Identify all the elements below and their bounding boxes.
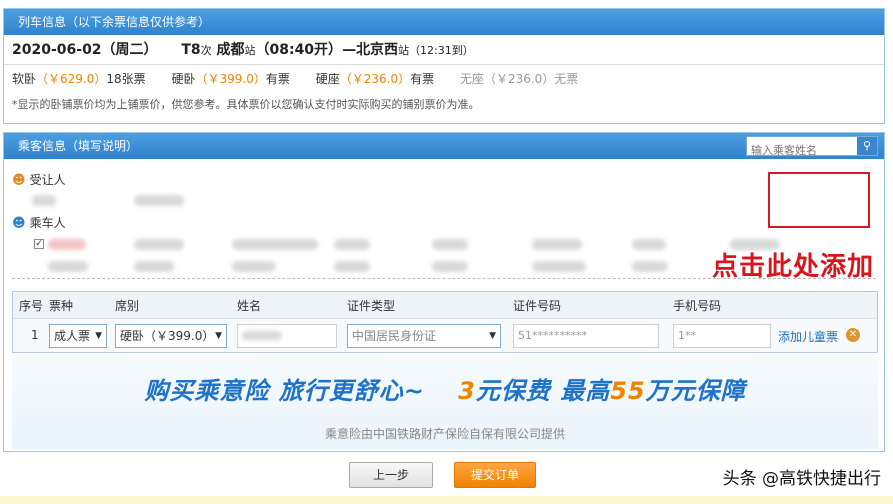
delete-icon[interactable]: ✕	[846, 328, 860, 342]
to-station: 北京西	[356, 42, 399, 58]
passenger-section: ☻ 乘车人	[12, 216, 66, 231]
redacted-text	[432, 239, 468, 250]
redacted-text	[334, 239, 370, 250]
add-child-ticket-link[interactable]: 添加儿童票	[778, 328, 838, 345]
seat-availability: 软卧（￥629.0）18张票 硬卧（￥399.0）有票 硬座（￥236.0）有票…	[4, 65, 884, 93]
redacted-text	[532, 239, 582, 250]
chevron-down-icon: ▼	[215, 331, 222, 341]
insurance-banner[interactable]: 购买乘意险 旅行更舒心~ 3元保费 最高55万元保障 乘意险由中国铁路财产保险自…	[12, 355, 878, 449]
travel-date: 2020-06-02（周二）	[12, 42, 158, 58]
train-info-header: 列车信息（以下余票信息仅供参考）	[4, 9, 884, 35]
row-index: 1	[31, 328, 39, 342]
redacted-text	[232, 239, 318, 250]
redacted-text	[334, 261, 370, 272]
seat-class-select[interactable]: 硬卧（￥399.0） ▼	[115, 324, 227, 348]
highlight-box	[768, 172, 870, 228]
ticket-type-select[interactable]: 成人票 ▼	[49, 324, 107, 348]
assignee-section: ☻ 受让人	[12, 173, 66, 188]
bottom-bar	[0, 496, 893, 504]
redacted-text	[32, 195, 56, 206]
seat-standing: 无座（￥236.0）无票	[459, 72, 579, 86]
seat-soft-sleeper: 软卧（￥629.0）18张票	[12, 72, 146, 86]
train-number: T8	[181, 42, 201, 58]
previous-step-button[interactable]: 上一步	[349, 462, 433, 488]
arrive-time: （12:31到）	[409, 44, 474, 57]
passenger-table: 序号 票种 席别 姓名 证件类型 证件号码 手机号码 1 成人票 ▼ 硬卧（￥39…	[12, 291, 878, 353]
table-row: 1 成人票 ▼ 硬卧（￥399.0） ▼ 中国居民身份证 ▼ 51**********…	[13, 318, 877, 352]
redacted-text	[532, 261, 586, 272]
train-info-panel: 列车信息（以下余票信息仅供参考） 2020-06-02（周二） T8次 成都站（…	[3, 8, 885, 124]
submit-order-button[interactable]: 提交订单	[454, 462, 536, 488]
redacted-text	[48, 261, 88, 272]
redacted-text	[134, 239, 184, 250]
seat-hard-sleeper: 硬卧（￥399.0）有票	[171, 72, 290, 86]
chevron-down-icon: ▼	[95, 331, 102, 341]
name-field[interactable]	[237, 324, 337, 348]
search-icon[interactable]: ⚲	[857, 137, 877, 155]
seat-hard-seat: 硬座（￥236.0）有票	[315, 72, 435, 86]
passenger-info-panel: 乘客信息（填写说明） ⚲ ☻受让人 ☻乘车人 ✓ 点击此处添加 序号 票种 席别…	[3, 132, 885, 452]
redacted-text	[134, 261, 174, 272]
id-number-field[interactable]: 51**********	[513, 324, 659, 348]
phone-field[interactable]: 1**	[673, 324, 771, 348]
insurance-slogan: 购买乘意险 旅行更舒心~ 3元保费 最高55万元保障	[144, 377, 746, 405]
redacted-text	[48, 239, 86, 250]
redacted-text	[232, 261, 276, 272]
redacted-text	[632, 261, 668, 272]
train-summary: 2020-06-02（周二） T8次 成都站（08:40开）—北京西站（12:3…	[4, 35, 884, 65]
person-icon: ☻	[12, 173, 26, 188]
from-station: 成都	[216, 42, 245, 58]
passenger-info-header: 乘客信息（填写说明） ⚲	[4, 133, 884, 160]
chevron-down-icon: ▼	[489, 331, 496, 341]
watermark: 头条 @高铁快捷出行	[722, 469, 881, 489]
id-type-select[interactable]: 中国居民身份证 ▼	[347, 324, 501, 348]
divider	[12, 278, 876, 279]
redacted-text	[432, 261, 468, 272]
passenger-search-input[interactable]	[747, 141, 855, 160]
depart-time: （08:40开）	[255, 42, 343, 58]
table-header: 序号 票种 席别 姓名 证件类型 证件号码 手机号码	[13, 292, 877, 318]
person-icon: ☻	[12, 216, 26, 231]
passenger-checkbox[interactable]: ✓	[34, 239, 44, 249]
insurance-provider: 乘意险由中国铁路财产保险自保有限公司提供	[324, 427, 565, 441]
redacted-text	[134, 195, 184, 206]
passenger-search: ⚲	[746, 136, 878, 160]
price-notice: *显示的卧铺票价均为上铺票价，供您参考。具体票价以您确认支付时实际购买的铺别票价…	[12, 98, 480, 111]
redacted-text	[632, 239, 666, 250]
